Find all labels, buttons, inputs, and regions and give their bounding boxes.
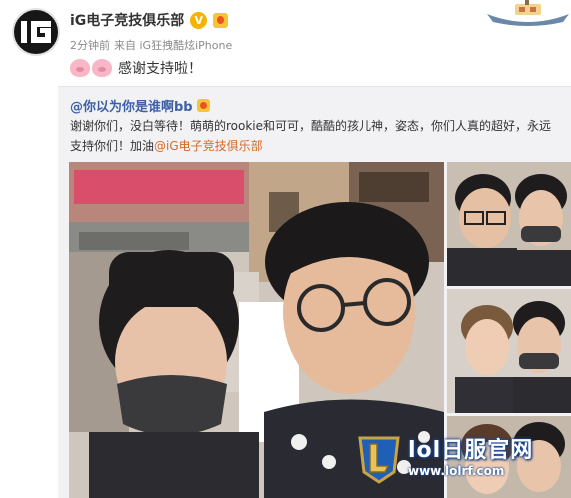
repost-user-link[interactable]: @你以为你是谁啊bb	[70, 96, 193, 115]
thumbnail-image	[447, 162, 571, 286]
poster-header: iG电子竞技俱乐部 V	[70, 9, 229, 31]
repost-body: 谢谢你们，没白等待！萌萌的rookie和可可，酷酷的孩儿神，姿态，你们人真的超好…	[70, 119, 552, 153]
lol-logo-icon	[358, 436, 400, 484]
repost-header: @你以为你是谁啊bb	[70, 96, 210, 115]
verified-badge-icon: V	[190, 11, 208, 29]
thumbnail-photo-2[interactable]	[447, 289, 571, 413]
poster-name[interactable]: iG电子竞技俱乐部	[70, 10, 184, 30]
watermark-title: lol日服官网	[408, 437, 534, 463]
vip-badge-icon	[196, 99, 210, 112]
pig-emoji-icon	[92, 59, 112, 77]
watermark-url: www.lolrf.com	[408, 463, 505, 478]
thumbnail-image	[447, 289, 571, 413]
watermark: lol日服官网 www.lolrf.com	[356, 432, 533, 484]
post-content: 感谢支持啦！	[70, 58, 202, 78]
avatar[interactable]	[12, 8, 60, 56]
ig-logo-icon	[21, 21, 51, 43]
post-text: 感谢支持啦！	[118, 61, 202, 77]
post-source[interactable]: 来自 iG狂拽酷炫iPhone	[114, 37, 232, 53]
post-meta: 2分钟前 来自 iG狂拽酷炫iPhone	[70, 37, 232, 53]
boat-decoration-icon	[487, 0, 569, 26]
mention-link[interactable]: @iG电子竞技俱乐部	[154, 139, 263, 153]
pig-emoji-icon	[70, 59, 90, 77]
thumbnail-photo-1[interactable]	[447, 162, 571, 286]
watermark-text: lol日服官网 www.lolrf.com	[408, 438, 533, 479]
post-time[interactable]: 2分钟前	[70, 37, 110, 53]
repost-text: 谢谢你们，没白等待！萌萌的rookie和可可，酷酷的孩儿神，姿态，你们人真的超好…	[70, 116, 560, 156]
vip-badge-icon	[213, 12, 229, 28]
